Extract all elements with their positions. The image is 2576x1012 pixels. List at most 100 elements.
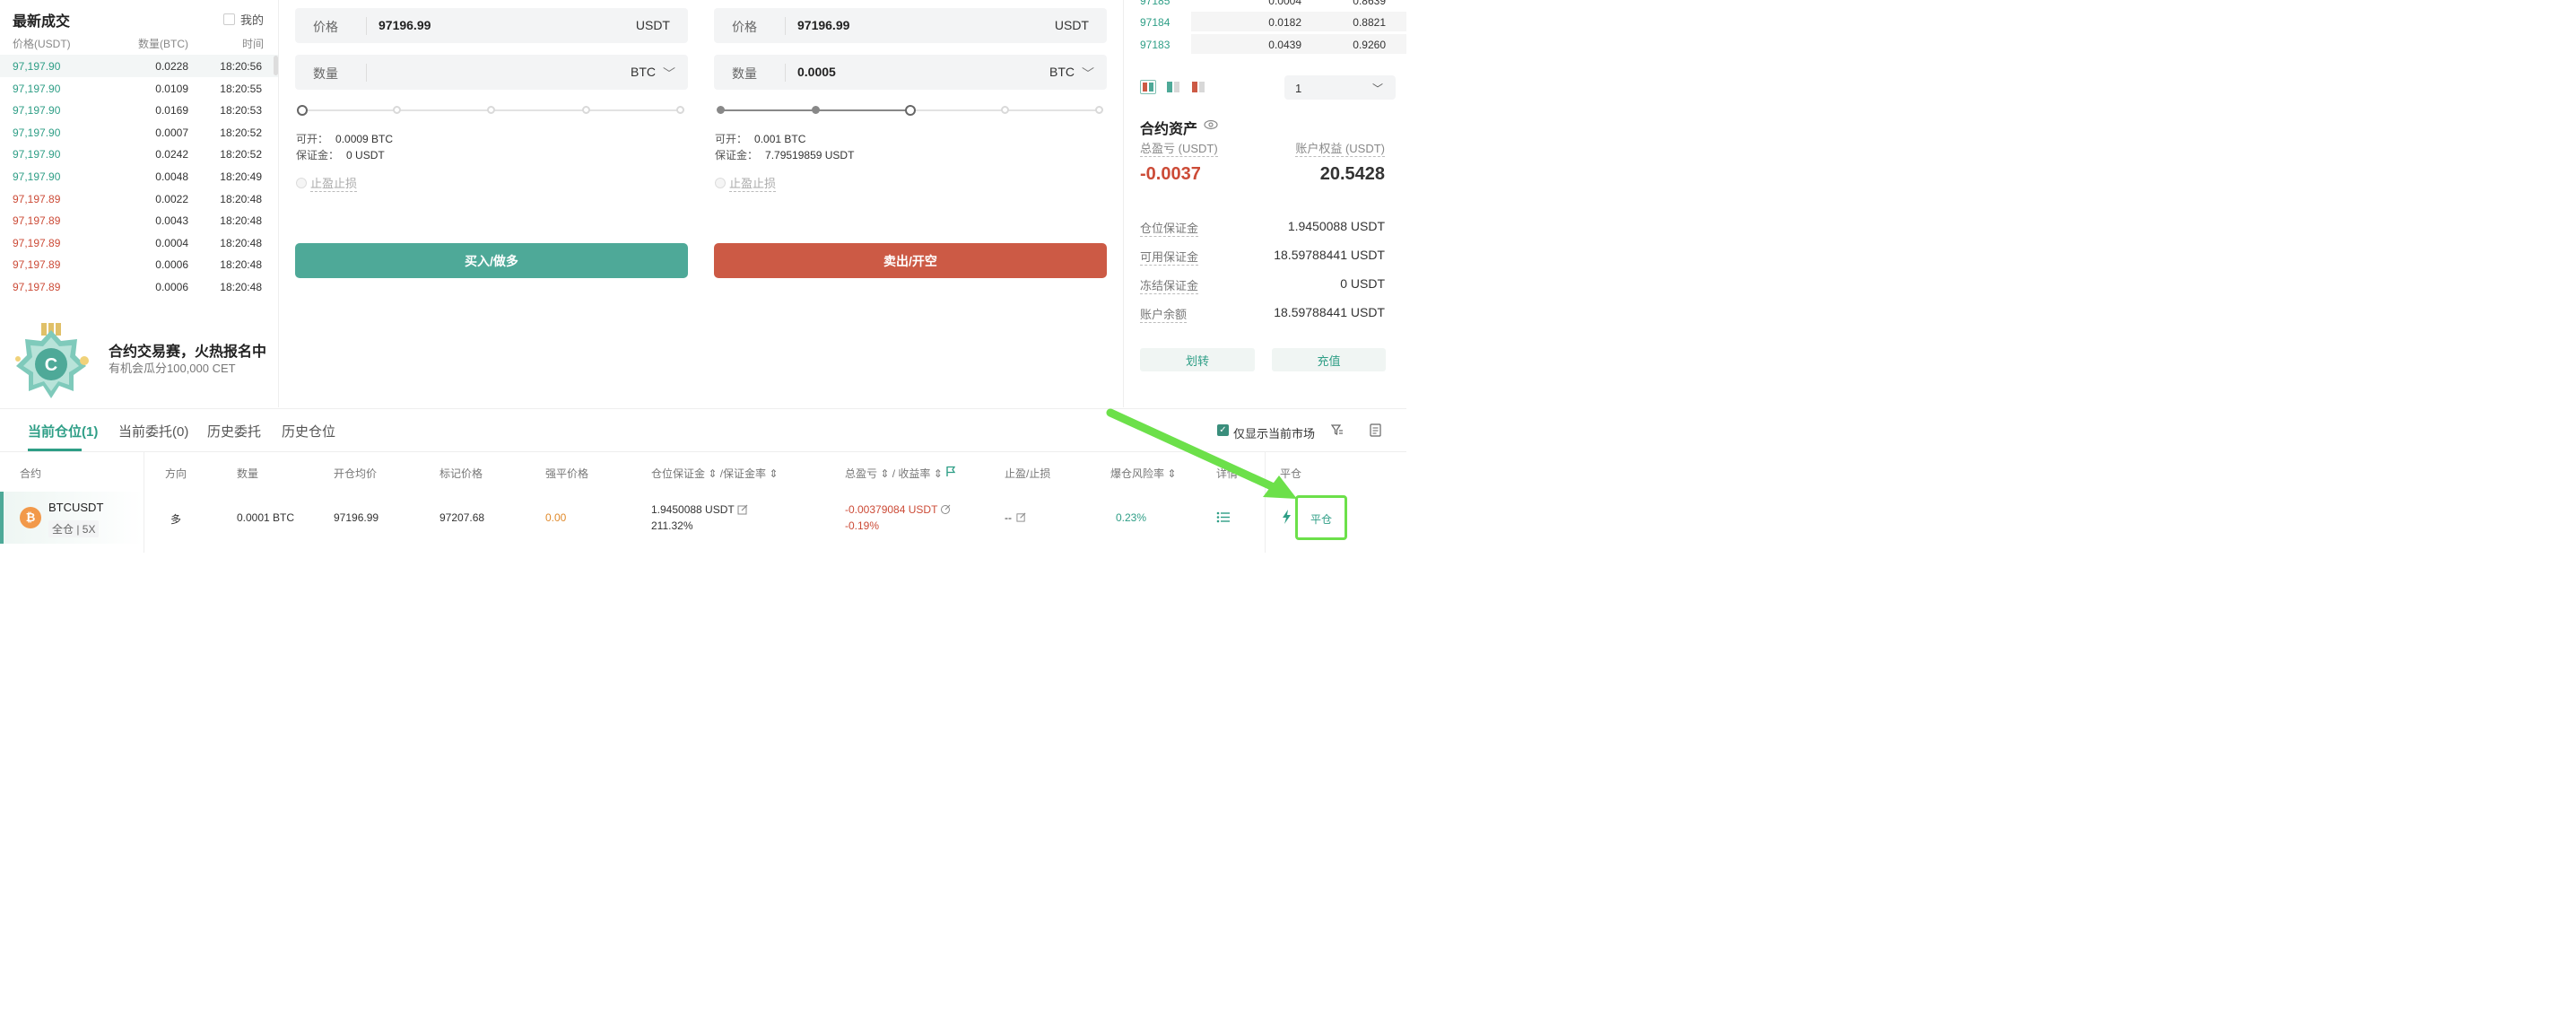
sell-slider-step[interactable] [717, 106, 725, 114]
radio-icon[interactable] [296, 178, 307, 188]
trade-price: 97,197.89 [13, 236, 61, 249]
buy-price-label: 价格 [313, 20, 338, 34]
position-mark-price: 97207.68 [439, 511, 485, 524]
sell-qty-field[interactable]: 数量 0.0005 BTC ﹀ [714, 55, 1107, 90]
trade-row[interactable]: 97,197.89 0.0006 18:20:48 [0, 275, 278, 298]
position-qty: 0.0001 BTC [237, 511, 295, 524]
layout-both-icon[interactable] [1140, 80, 1156, 94]
sell-short-button[interactable]: 卖出/开空 [714, 243, 1107, 278]
trade-row[interactable]: 97,197.90 0.0228 18:20:56 [0, 55, 278, 77]
mine-filter[interactable]: 我的 [222, 11, 264, 28]
position-margin-rate: 211.32% [651, 519, 693, 532]
promo-banner[interactable]: C 合约交易赛，火热报名中 有机会瓜分100,000 CET [0, 305, 279, 407]
buy-slider-step[interactable] [676, 106, 684, 114]
buy-qty-field[interactable]: 数量 BTC ﹀ [295, 55, 688, 90]
buy-slider-step[interactable] [487, 106, 495, 114]
layout-sell-icon[interactable] [1190, 80, 1206, 94]
col-avg-price: 开仓均价 [334, 467, 378, 480]
equity-value: 20.5428 [1319, 164, 1385, 184]
share-icon[interactable] [940, 504, 951, 515]
trades-title: 最新成交 [13, 14, 71, 30]
trade-row[interactable]: 97,197.89 0.0043 18:20:48 [0, 209, 278, 231]
position-symbol[interactable]: BTCUSDT [48, 501, 103, 514]
edit-icon[interactable] [737, 504, 748, 515]
mine-checkbox[interactable] [222, 13, 235, 25]
sell-qty-input[interactable]: 0.0005 [797, 65, 836, 79]
trade-qty: 0.0109 [155, 82, 188, 95]
promo-subtitle: 有机会瓜分100,000 CET [109, 362, 236, 375]
available-margin-label: 可用保证金 [1140, 248, 1199, 266]
tab-order-history[interactable]: 历史委托 [207, 422, 261, 441]
buy-price-input[interactable]: 97196.99 [379, 18, 431, 32]
latest-trades-panel: 最新成交 我的 价格(USDT) 数量(BTC) 时间 97,197.90 0.0… [0, 0, 279, 305]
trade-qty: 0.0004 [155, 236, 188, 249]
sell-slider-handle[interactable] [905, 105, 916, 116]
layout-buy-icon[interactable] [1165, 80, 1181, 94]
promo-title: 合约交易赛，火热报名中 [109, 345, 267, 360]
tab-current-positions[interactable]: 当前仓位(1) [28, 422, 98, 441]
buy-price-unit: USDT [635, 18, 670, 32]
trade-qty: 0.0242 [155, 148, 188, 161]
trade-row[interactable]: 97,197.90 0.0169 18:20:53 [0, 99, 278, 121]
position-margin-value: 1.9450088 USDT [1287, 219, 1385, 233]
sell-slider-step[interactable] [1095, 106, 1103, 114]
tab-open-orders[interactable]: 当前委托(0) [118, 422, 188, 441]
document-icon[interactable] [1370, 423, 1381, 437]
flag-icon[interactable] [945, 466, 956, 477]
trade-qty: 0.0007 [155, 126, 188, 139]
position-avg-price: 97196.99 [334, 511, 379, 524]
sell-slider-step[interactable] [1001, 106, 1009, 114]
eye-icon[interactable] [1204, 119, 1218, 130]
buy-price-field[interactable]: 价格 97196.99 USDT [295, 8, 688, 43]
radio-icon[interactable] [715, 178, 726, 188]
buy-slider-step[interactable] [582, 106, 590, 114]
filter-icon[interactable] [1331, 423, 1344, 436]
trades-scrollbar[interactable] [274, 56, 278, 75]
trade-time: 18:20:48 [220, 236, 262, 249]
chevron-down-icon[interactable]: ﹀ [1082, 65, 1094, 83]
buy-slider-step[interactable] [393, 106, 401, 114]
trade-row[interactable]: 97,197.89 0.0006 18:20:48 [0, 253, 278, 275]
buy-qty-label: 数量 [313, 66, 338, 81]
buy-qty-unit-select[interactable]: BTC [631, 65, 656, 79]
trade-price: 97,197.90 [13, 170, 61, 183]
transfer-button[interactable]: 划转 [1140, 348, 1255, 371]
col-qty: 数量(BTC) [138, 38, 188, 50]
bitcoin-icon: ₿ [20, 507, 41, 528]
trade-price: 97,197.89 [13, 281, 61, 293]
sell-qty-unit-select[interactable]: BTC [1049, 65, 1075, 79]
edit-icon[interactable] [1016, 512, 1026, 522]
col-direction: 方向 [165, 467, 187, 480]
tab-position-history[interactable]: 历史仓位 [282, 422, 335, 441]
col-margin[interactable]: 仓位保证金 ⇕ /保证金率 ⇕ [651, 466, 778, 481]
depth-precision-select[interactable]: 1 ﹀ [1284, 75, 1396, 100]
trade-row[interactable]: 97,197.90 0.0048 18:20:49 [0, 165, 278, 188]
trade-time: 18:20:52 [220, 126, 262, 139]
buy-slider-handle[interactable] [297, 105, 308, 116]
trade-price: 97,197.90 [13, 60, 61, 73]
col-time: 时间 [241, 38, 264, 50]
position-liq-price: 0.00 [545, 511, 567, 524]
trade-row[interactable]: 97,197.90 0.0109 18:20:55 [0, 77, 278, 100]
sell-qty-label: 数量 [732, 66, 757, 81]
sell-price-input[interactable]: 97196.99 [797, 18, 849, 32]
chevron-down-icon[interactable]: ﹀ [663, 65, 675, 83]
trade-qty: 0.0022 [155, 192, 188, 205]
svg-text:C: C [45, 355, 57, 375]
col-price: 价格(USDT) [13, 38, 71, 50]
deposit-button[interactable]: 充值 [1272, 348, 1386, 371]
trade-row[interactable]: 97,197.89 0.0004 18:20:48 [0, 231, 278, 254]
trade-time: 18:20:48 [220, 258, 262, 272]
assets-title: 合约资产 [1140, 122, 1198, 137]
trade-row[interactable]: 97,197.90 0.0242 18:20:52 [0, 143, 278, 165]
trade-row[interactable]: 97,197.89 0.0022 18:20:48 [0, 188, 278, 210]
sell-slider-step[interactable] [812, 106, 820, 114]
col-pnl[interactable]: 总盈亏 ⇕ / 收益率 ⇕ [845, 466, 943, 481]
position-direction: 多 [170, 513, 182, 526]
buy-long-button[interactable]: 买入/做多 [295, 243, 688, 278]
trade-time: 18:20:48 [220, 281, 262, 293]
sell-price-field[interactable]: 价格 97196.99 USDT [714, 8, 1107, 43]
buy-tpsl-toggle[interactable]: 止盈止损 [296, 174, 358, 192]
trade-row[interactable]: 97,197.90 0.0007 18:20:52 [0, 121, 278, 144]
sell-tpsl-toggle[interactable]: 止盈止损 [715, 174, 777, 192]
